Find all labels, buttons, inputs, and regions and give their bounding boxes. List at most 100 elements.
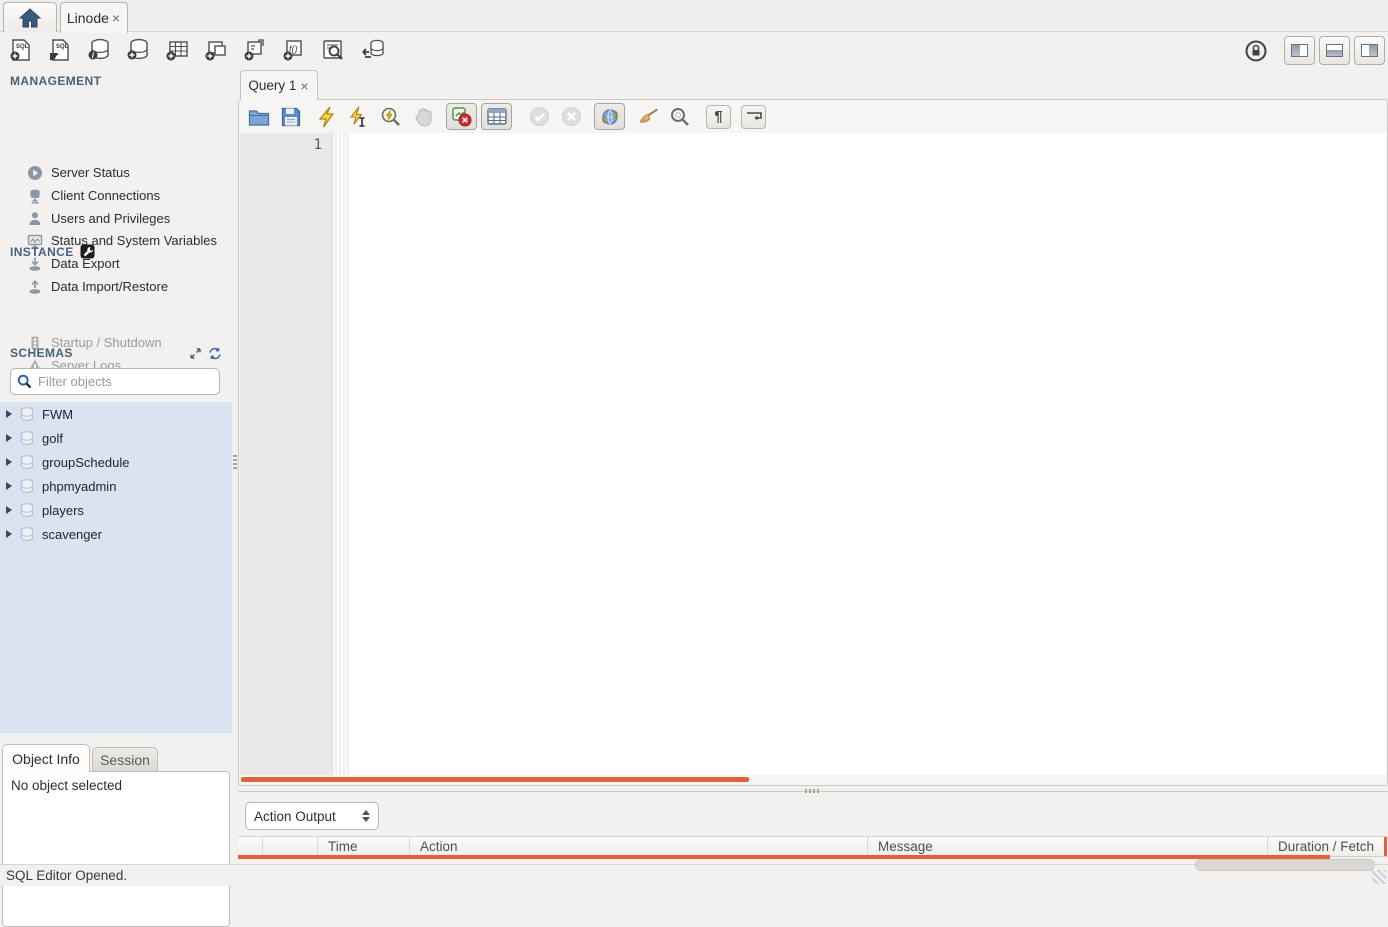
expander-icon[interactable] (6, 506, 12, 514)
schema-item-fwm[interactable]: FWM (0, 402, 232, 426)
output-col-action[interactable]: Action (410, 837, 868, 856)
schema-item-golf[interactable]: golf (0, 426, 232, 450)
output-type-select[interactable]: Action Output (245, 802, 379, 830)
reconnect-server-icon[interactable] (360, 38, 384, 62)
expander-icon[interactable] (6, 482, 12, 490)
svg-text:SQL: SQL (56, 44, 69, 50)
explain-statement-icon[interactable] (380, 106, 402, 128)
tab-object-info[interactable]: Object Info (2, 744, 90, 772)
output-col-message[interactable]: Message (868, 837, 1268, 856)
schema-icon (19, 502, 35, 518)
editor-horizontal-scrollbar[interactable] (241, 777, 749, 782)
sidebar-panel-icon (1291, 44, 1308, 57)
pilcrow-icon: ¶ (714, 108, 722, 125)
limit-rows-button[interactable] (481, 103, 512, 130)
user-icon (27, 211, 43, 227)
open-sql-script-icon[interactable]: SQL (48, 38, 72, 62)
output-splitter-handle[interactable] (238, 786, 1388, 796)
toggle-autocommit-button[interactable] (594, 103, 625, 130)
output-col-status[interactable] (238, 837, 263, 856)
commit-transaction-icon (528, 106, 550, 128)
schema-item-players[interactable]: players (0, 498, 232, 522)
schema-filter-box (10, 368, 220, 395)
execute-script-icon[interactable] (316, 106, 338, 128)
schema-inspector-icon[interactable]: i (87, 38, 111, 62)
expander-icon[interactable] (6, 434, 12, 442)
server-status-icon (27, 165, 43, 181)
window-resize-grip[interactable] (1372, 870, 1386, 884)
toggle-sidebar-button[interactable] (1284, 36, 1315, 65)
expand-schemas-icon[interactable] (189, 347, 202, 360)
sidebar-item-server-status[interactable]: Server Status (0, 161, 232, 184)
schema-item-phpmyadmin[interactable]: phpmyadmin (0, 474, 232, 498)
close-tab-icon[interactable]: × (111, 11, 121, 25)
toggle-output-area-button[interactable] (1319, 36, 1350, 65)
data-import-icon (27, 279, 43, 295)
main-toolbar: SQL SQL i f() (0, 32, 1388, 68)
instance-wrench-badge-icon (80, 244, 95, 259)
output-col-index[interactable] (263, 837, 318, 856)
sql-editor-area: Query 1 × (238, 68, 1388, 864)
output-col-time[interactable]: Time (318, 837, 410, 856)
output-panel-icon (1326, 44, 1343, 57)
sidebar-item-client-connections[interactable]: Client Connections (0, 184, 232, 207)
query-editor-frame: ¶ 1 (238, 99, 1388, 786)
sidebar-splitter-handle[interactable] (231, 68, 238, 864)
toggle-invisible-characters-button[interactable]: ¶ (706, 105, 731, 129)
create-function-icon[interactable]: f() (282, 38, 306, 62)
sql-text-area[interactable] (349, 133, 1386, 775)
object-info-panel: No object selected (2, 771, 230, 927)
refresh-schemas-icon[interactable] (208, 347, 222, 360)
stop-execution-icon (412, 106, 434, 128)
save-script-icon[interactable] (280, 106, 302, 128)
toggle-word-wrap-button[interactable] (741, 105, 766, 129)
search-table-data-icon[interactable] (321, 38, 345, 62)
toggle-stop-on-error-button[interactable] (446, 103, 477, 130)
svg-text:SQL: SQL (16, 44, 29, 50)
stop-on-error-icon (452, 107, 472, 127)
schema-icon (19, 406, 35, 422)
output-scrollbar-thumb[interactable] (1195, 859, 1375, 871)
toggle-secondary-sidebar-button[interactable] (1354, 36, 1385, 65)
schema-icon (19, 430, 35, 446)
instance-section-title: INSTANCE (10, 244, 95, 259)
create-schema-icon[interactable] (126, 38, 150, 62)
fold-margin (333, 133, 349, 775)
output-horizontal-scrollbar[interactable] (238, 855, 1330, 859)
sidebar-item-data-import[interactable]: Data Import/Restore (0, 275, 232, 298)
autocommit-icon (600, 107, 620, 127)
status-bar: SQL Editor Opened. (0, 864, 1388, 886)
schema-filter-input[interactable] (38, 374, 214, 389)
status-message: SQL Editor Opened. (6, 868, 127, 883)
output-col-duration[interactable]: Duration / Fetch (1268, 837, 1388, 856)
expander-icon[interactable] (6, 458, 12, 466)
navigator-sidebar: MANAGEMENT Server Status Client Connecti… (0, 68, 232, 864)
sidebar-item-users-privileges[interactable]: Users and Privileges (0, 207, 232, 230)
home-icon (19, 8, 41, 28)
open-file-icon[interactable] (248, 106, 270, 128)
beautify-script-icon[interactable] (637, 106, 659, 128)
schema-item-scavenger[interactable]: scavenger (0, 522, 232, 546)
line-number: 1 (314, 137, 322, 153)
output-vertical-scrollbar[interactable] (1384, 837, 1387, 856)
create-view-icon[interactable] (204, 38, 228, 62)
query-editor-toolbar: ¶ (239, 100, 1387, 133)
home-tab[interactable] (3, 2, 57, 32)
schema-item-groupschedule[interactable]: groupSchedule (0, 450, 232, 474)
create-procedure-icon[interactable] (243, 38, 267, 62)
schemas-section-title: SCHEMAS (10, 346, 222, 360)
expander-icon[interactable] (6, 530, 12, 538)
connection-tab-linode[interactable]: Linode × (60, 2, 128, 33)
schema-icon (19, 454, 35, 470)
expander-icon[interactable] (6, 410, 12, 418)
create-table-icon[interactable] (165, 38, 189, 62)
line-number-gutter: 1 (240, 133, 333, 775)
tab-session[interactable]: Session (92, 747, 158, 772)
sql-editor[interactable]: 1 (240, 133, 1386, 775)
new-sql-tab-icon[interactable]: SQL (9, 38, 33, 62)
find-icon[interactable] (669, 106, 691, 128)
tab-query-1[interactable]: Query 1 × (240, 70, 318, 100)
execute-current-statement-icon[interactable] (348, 106, 370, 128)
word-wrap-icon (746, 110, 762, 124)
close-query-tab-icon[interactable]: × (299, 79, 309, 93)
